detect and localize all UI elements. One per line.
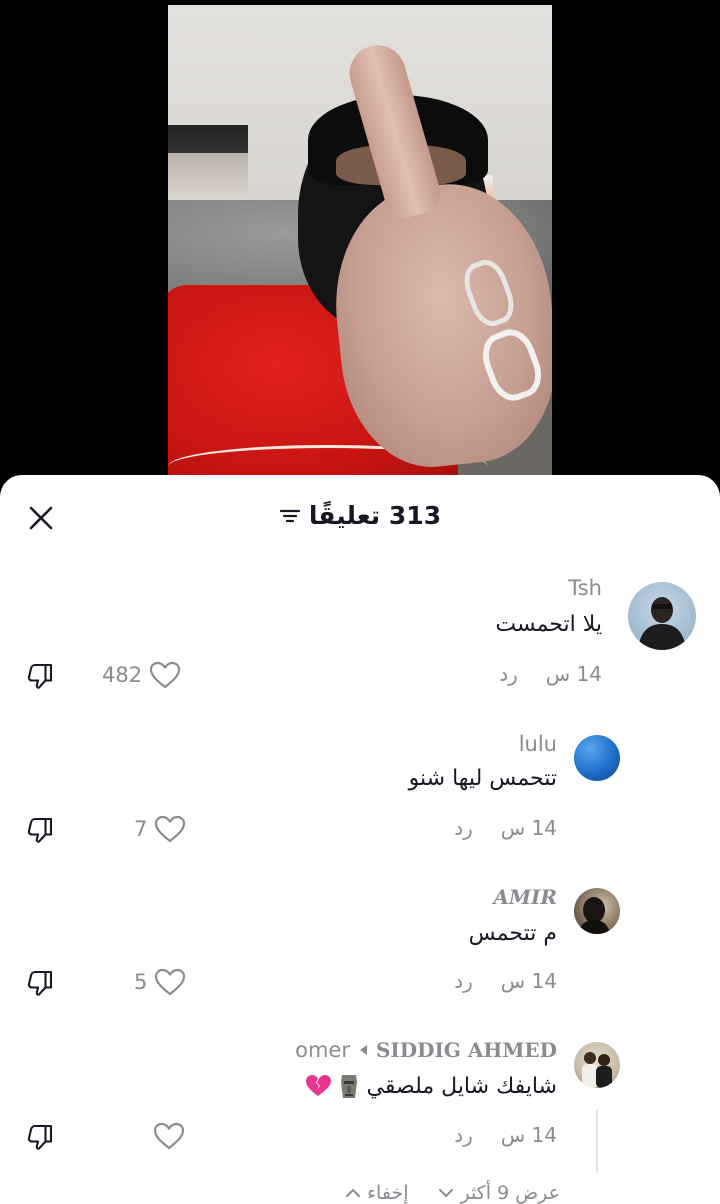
reply-button[interactable]: رد — [454, 816, 473, 840]
comment-meta: 14 س رد — [454, 816, 557, 840]
comment-text: يلا اتحمست — [495, 612, 602, 637]
like-button[interactable] — [152, 1121, 186, 1151]
dislike-icon — [27, 970, 53, 996]
avatar-people — [582, 1052, 612, 1088]
broken-heart-emoji — [305, 1075, 331, 1096]
heart-icon — [153, 1122, 185, 1150]
avatar[interactable] — [574, 735, 620, 781]
like-count: 482 — [102, 663, 143, 687]
moai-emoji — [340, 1075, 357, 1098]
like-button[interactable]: 5 — [134, 967, 187, 997]
reply-arrow-icon — [359, 1045, 367, 1055]
view-more-label: عرض 9 أكثر — [460, 1182, 560, 1204]
comment-username[interactable]: SIDDIG AHMED — [376, 1038, 557, 1062]
like-button[interactable]: 7 — [134, 814, 187, 844]
comment-count: 313 تعليقًا — [308, 501, 442, 530]
hide-replies-button[interactable]: إخفاء — [345, 1182, 408, 1204]
view-more-replies-button[interactable]: عرض 9 أكثر — [438, 1182, 560, 1204]
avatar-person — [638, 597, 686, 650]
comment-meta: 14 س رد — [454, 969, 557, 993]
comment-meta: 14 س رد — [454, 1123, 557, 1147]
dislike-icon — [27, 1124, 53, 1150]
avatar[interactable] — [628, 582, 696, 650]
comment-time: 14 س — [545, 662, 602, 686]
like-count: 5 — [134, 970, 148, 994]
like-count: 7 — [134, 817, 148, 841]
chevron-down-icon — [439, 1189, 454, 1198]
comment-username[interactable]: lulu — [519, 732, 557, 756]
dislike-icon — [27, 663, 53, 689]
replies-controls: عرض 9 أكثر إخفاء — [345, 1182, 560, 1204]
avatar-person — [578, 897, 610, 934]
video-frame[interactable] — [168, 5, 552, 475]
dislike-button[interactable] — [24, 812, 58, 846]
comment-time: 14 س — [500, 816, 557, 840]
hide-label: إخفاء — [367, 1182, 409, 1204]
comment-username[interactable]: AMIR — [493, 885, 557, 909]
reply-button[interactable]: رد — [454, 1123, 473, 1147]
comment-text-line: شايفك شايل ملصقي — [305, 1072, 557, 1100]
comment-time: 14 س — [500, 969, 557, 993]
comment-text: م تتحمس — [468, 921, 557, 946]
avatar[interactable] — [574, 888, 620, 934]
comments-title[interactable]: 313 تعليقًا — [0, 501, 720, 530]
video-shelf — [168, 125, 248, 195]
comment-username-line: omer SIDDIG AHMED — [295, 1038, 557, 1062]
chevron-up-icon — [346, 1188, 361, 1197]
reply-button[interactable]: رد — [499, 662, 518, 686]
comments-header: 313 تعليقًا — [0, 475, 720, 557]
comment-username[interactable]: Tsh — [568, 576, 602, 600]
heart-icon — [155, 968, 186, 996]
comment-time: 14 س — [500, 1123, 557, 1147]
dislike-button[interactable] — [24, 658, 58, 692]
avatar[interactable] — [574, 1042, 620, 1088]
dislike-button[interactable] — [24, 1119, 58, 1153]
comment-meta: 14 س رد — [499, 662, 602, 686]
reply-to-username[interactable]: omer — [295, 1038, 350, 1062]
video-area[interactable] — [0, 0, 720, 520]
reply-button[interactable]: رد — [454, 969, 473, 993]
heart-icon — [155, 815, 186, 843]
comment-text: تتحمس ليها شنو — [408, 766, 557, 791]
comment-text: شايفك شايل ملصقي — [366, 1073, 557, 1099]
filter-icon[interactable] — [279, 505, 301, 527]
like-button[interactable]: 482 — [102, 660, 182, 690]
thread-line — [596, 1110, 598, 1172]
dislike-button[interactable] — [24, 965, 58, 999]
dislike-icon — [27, 817, 53, 843]
heart-icon — [149, 661, 181, 689]
